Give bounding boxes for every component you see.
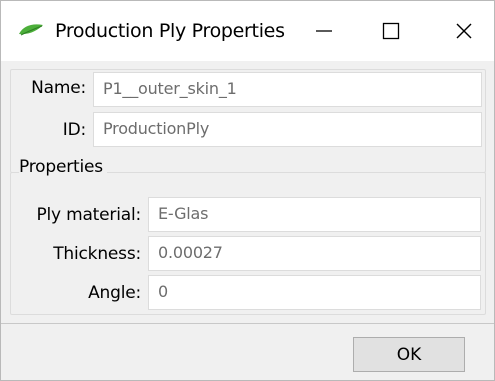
close-button[interactable] [436,1,492,61]
id-label: ID: [62,120,86,140]
thickness-field[interactable]: 0.00027 [148,236,481,271]
dialog-window: Production Ply Properties Name: P1__oute… [0,0,495,381]
dialog-content: Name: P1__outer_skin_1 ID: ProductionPly… [1,61,494,323]
green-ply-icon [19,24,43,36]
close-icon [456,23,472,39]
ok-button-label: OK [396,344,422,365]
ok-button[interactable]: OK [353,337,465,372]
angle-field[interactable]: 0 [148,275,481,310]
maximize-button[interactable] [363,1,419,61]
name-field[interactable]: P1__outer_skin_1 [93,72,482,107]
properties-group-title: Properties [19,157,107,177]
ply-material-label: Ply material: [36,205,141,225]
window-title: Production Ply Properties [55,20,285,42]
ply-material-field[interactable]: E-Glas [148,197,481,232]
thickness-label: Thickness: [53,244,141,264]
footer-separator [1,323,494,324]
minimize-button[interactable] [296,1,352,61]
maximize-icon [382,22,400,40]
title-bar: Production Ply Properties [1,1,494,61]
angle-label: Angle: [88,283,141,303]
name-label: Name: [31,78,86,98]
minimize-icon [316,30,332,32]
id-field[interactable]: ProductionPly [93,112,482,147]
